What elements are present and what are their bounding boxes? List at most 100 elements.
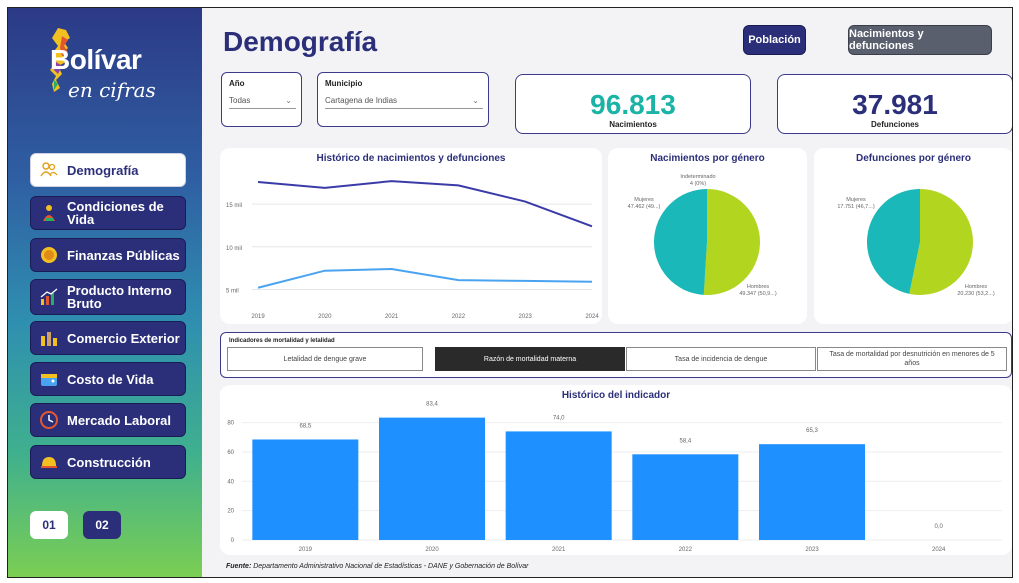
nav-item-costo-de-vida[interactable]: Costo de Vida <box>30 362 186 396</box>
bar <box>252 439 359 540</box>
slice-label: Mujeres <box>846 197 866 203</box>
bar-chart-title: Histórico del indicador <box>561 390 671 401</box>
slice-label: Hombres <box>965 284 988 290</box>
pie-slice-mujeres <box>867 189 920 294</box>
bar-growth-icon <box>40 288 58 305</box>
nav-item-construccion[interactable]: Construcción <box>30 445 186 479</box>
nav-item-mercado-laboral[interactable]: Mercado Laboral <box>30 403 186 437</box>
data-label: 0,0 <box>934 524 943 530</box>
tab-letalidad-dengue[interactable]: Letalidad de dengue grave <box>227 347 423 371</box>
data-label: 58,4 <box>679 438 691 444</box>
municipality-dropdown[interactable]: Cartagena de Indias ⌄ <box>325 93 483 109</box>
series-line-deaths <box>257 267 593 289</box>
nav-item-producto-interno-bruto[interactable]: Producto Interno Bruto <box>30 279 186 315</box>
nav-item-comercio-exterior[interactable]: Comercio Exterior <box>30 321 186 355</box>
x-tick-label: 2019 <box>251 314 265 320</box>
nav-label: Producto Interno Bruto <box>67 283 172 311</box>
slice-label: Mujeres <box>634 197 654 203</box>
births-gender-card: Nacimientos por género Hombres 49.347 (50… <box>608 148 807 324</box>
municipality-filter-label: Municipio <box>325 79 363 88</box>
slice-value-label: 49.347 (50,9...) <box>739 291 776 297</box>
data-label: 65,3 <box>806 428 818 434</box>
x-tick-label: 2020 <box>425 547 439 553</box>
source-note: Fuente: Departamento Administrativo Naci… <box>226 563 528 570</box>
municipality-filter[interactable]: Municipio Cartagena de Indias ⌄ <box>317 72 489 127</box>
bar <box>632 454 739 540</box>
poblacion-button[interactable]: Población <box>743 25 806 55</box>
source-text: Departamento Administrativo Nacional de … <box>251 563 529 570</box>
nav-label: Construcción <box>67 454 151 470</box>
chevron-down-icon: ⌄ <box>285 96 292 105</box>
pie-slice-mujeres <box>653 189 707 295</box>
nav-item-finanzas-publicas[interactable]: Finanzas Públicas <box>30 238 186 272</box>
y-tick-label: 0 <box>231 538 235 544</box>
tab-mortalidad-materna[interactable]: Razón de mortalidad materna <box>435 347 625 371</box>
nacimientos-defunciones-button[interactable]: Nacimientos y defunciones <box>848 25 992 55</box>
sidebar: Bolívar en cifras Demografía Condiciones… <box>8 8 202 577</box>
brand-subtitle: en cifras <box>68 78 156 102</box>
x-tick-label: 2024 <box>932 547 946 553</box>
bar-chart: 0 20 40 60 80 68,5 2019 83,4 2020 74,0 2021 58,4 202… <box>227 402 1002 553</box>
y-tick-label: 10 mil <box>226 246 242 252</box>
person-icon <box>43 205 55 221</box>
y-tick-label: 20 <box>227 509 234 515</box>
x-tick-label: 2023 <box>805 547 819 553</box>
deaths-gender-pie: Hombres20.230 (53,2...) Mujeres17.751 (46… <box>837 189 995 297</box>
dashboard-window: Bolívar en cifras Demografía Condiciones… <box>7 7 1013 578</box>
births-gender-title: Nacimientos por género <box>650 153 765 164</box>
tab-mortalidad-desnutricion[interactable]: Tasa de mortalidad por desnutrición en m… <box>817 347 1007 371</box>
page-button-02[interactable]: 02 <box>83 511 121 539</box>
y-tick-label: 15 mil <box>226 203 242 209</box>
indicator-selector-title: Indicadores de mortalidad y letalidad <box>229 338 335 344</box>
line-chart: 15 mil 10 mil 5 mil 2019 2020 2021 2022 2023 202… <box>226 180 599 320</box>
wallet-icon <box>41 374 57 386</box>
year-filter-label: Año <box>229 79 245 88</box>
y-tick-label: 5 mil <box>226 288 239 294</box>
slice-value-label: 4 (0%) <box>690 181 706 187</box>
nav-item-demografia[interactable]: Demografía <box>30 153 186 187</box>
year-filter[interactable]: Año Todas ⌄ <box>221 72 302 127</box>
births-kpi-card: 96.813 Nacimientos <box>515 74 751 134</box>
clock-icon <box>40 411 58 429</box>
bar <box>759 444 865 540</box>
x-tick-label: 2023 <box>519 314 533 320</box>
births-gender-pie: Hombres49.347 (50,9...) Mujeres47.462 (49… <box>628 174 777 297</box>
slice-value-label: 20.230 (53,2...) <box>957 291 994 297</box>
data-label: 68,5 <box>299 423 311 429</box>
bar <box>379 417 485 540</box>
y-tick-label: 40 <box>227 479 234 485</box>
pie-slice-hombres <box>703 189 760 295</box>
page-button-01[interactable]: 01 <box>30 511 68 539</box>
bar-chart-card: Histórico del indicador 0 20 40 60 80 68,5 201… <box>220 385 1012 555</box>
deaths-gender-card: Defunciones por género Hombres 20.230 (53… <box>814 148 1012 324</box>
line-chart-title: Histórico de nacimientos y defunciones <box>316 153 506 164</box>
tab-incidencia-dengue[interactable]: Tasa de incidencia de dengue <box>626 347 816 371</box>
bars-icon <box>41 332 57 346</box>
nav-label: Costo de Vida <box>67 371 154 387</box>
deaths-gender-title: Defunciones por género <box>855 153 971 164</box>
deaths-value: 37.981 <box>852 89 938 120</box>
year-dropdown[interactable]: Todas ⌄ <box>229 93 296 109</box>
slice-label: Indeterminado <box>680 174 715 180</box>
x-tick-label: 2019 <box>299 547 313 553</box>
x-tick-label: 2021 <box>552 547 566 553</box>
x-tick-label: 2022 <box>452 314 466 320</box>
municipality-value: Cartagena de Indias <box>325 96 398 105</box>
nav-item-condiciones-de-vida[interactable]: Condiciones de Vida <box>30 196 186 230</box>
x-tick-label: 2022 <box>679 547 693 553</box>
births-label: Nacimientos <box>609 120 657 129</box>
slice-label: Hombres <box>747 284 770 290</box>
y-tick-label: 60 <box>227 450 234 456</box>
deaths-label: Defunciones <box>870 120 919 129</box>
x-tick-label: 2020 <box>318 314 332 320</box>
nav-label: Mercado Laboral <box>67 412 172 428</box>
deaths-kpi-card: 37.981 Defunciones <box>777 74 1012 134</box>
nav-label: Comercio Exterior <box>67 330 180 346</box>
people-icon <box>40 162 58 177</box>
slice-value-label: 17.751 (46,7...) <box>837 204 874 210</box>
data-label: 74,0 <box>553 415 565 421</box>
x-tick-label: 2021 <box>385 314 399 320</box>
indicator-selector: Indicadores de mortalidad y letalidad Le… <box>220 332 1012 378</box>
nav-label: Condiciones de Vida <box>67 199 164 227</box>
line-chart-card: Histórico de nacimientos y defunciones 1… <box>220 148 602 324</box>
